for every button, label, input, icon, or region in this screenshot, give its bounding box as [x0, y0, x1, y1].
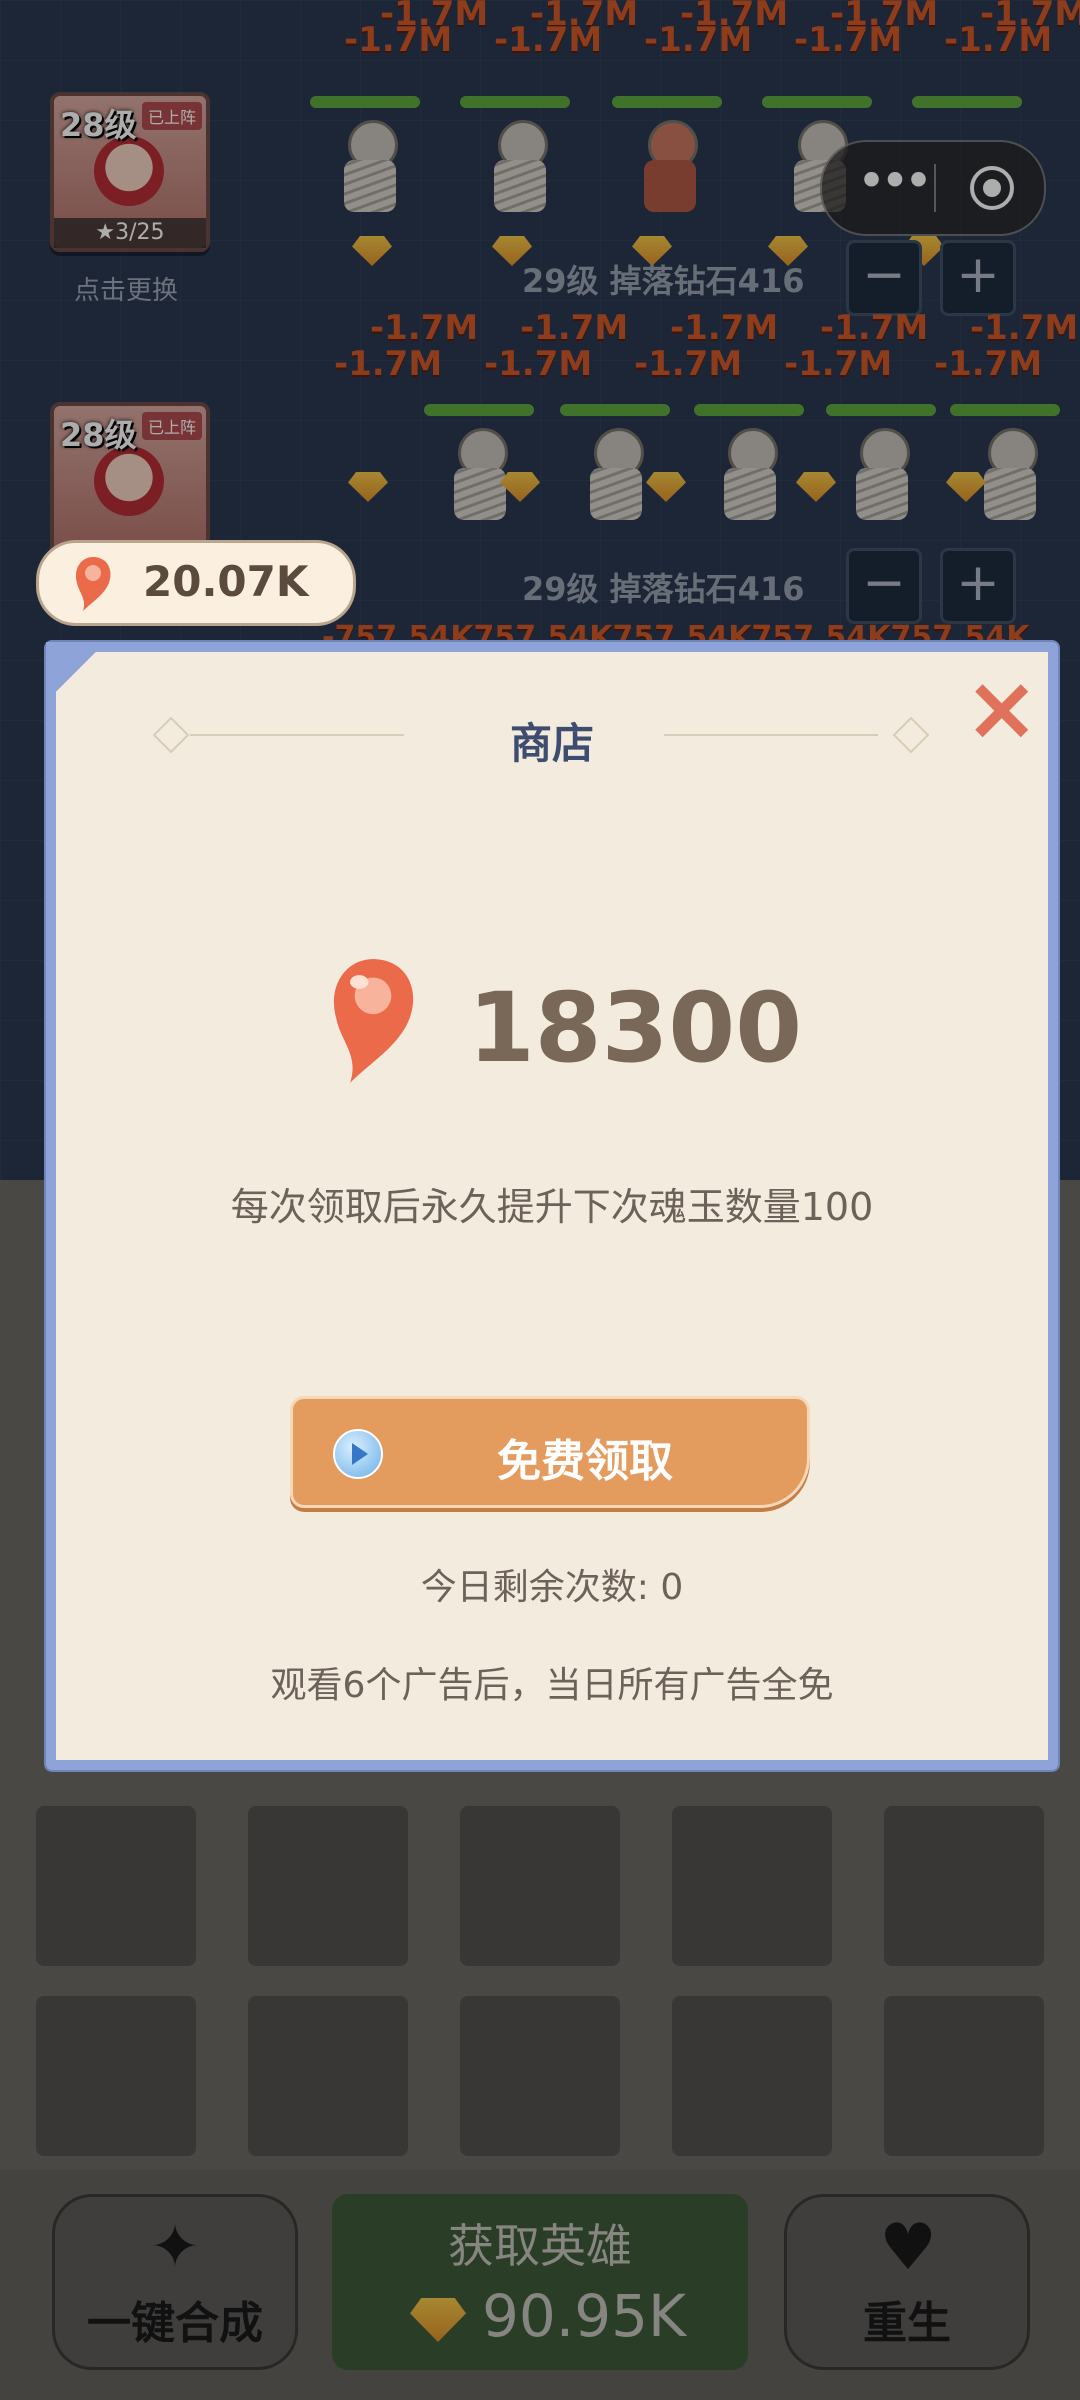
remaining-count: 今日剩余次数: 0 — [420, 1567, 684, 1608]
claim-label: 免费领取 — [497, 1436, 673, 1487]
soul-jade-balance: 20.07K — [36, 540, 356, 626]
reward-description: 每次领取后永久提升下次魂玉数量100 — [230, 1185, 874, 1229]
soul-jade-icon — [318, 948, 428, 1094]
soul-jade-icon — [69, 553, 117, 615]
reward-amount: 18300 — [468, 972, 802, 1084]
shop-modal: 商店 × 18300 每次领取后永久提升下次魂玉数量100 免费领取 今日剩余次… — [46, 642, 1058, 1770]
title-line-right — [664, 734, 878, 736]
free-claim-button[interactable]: 免费领取 — [290, 1396, 810, 1508]
modal-corner-decoration — [46, 642, 106, 702]
close-icon[interactable]: × — [964, 664, 1039, 754]
ad-note: 观看6个广告后，当日所有广告全免 — [270, 1665, 834, 1706]
soul-jade-amount: 20.07K — [143, 557, 309, 606]
